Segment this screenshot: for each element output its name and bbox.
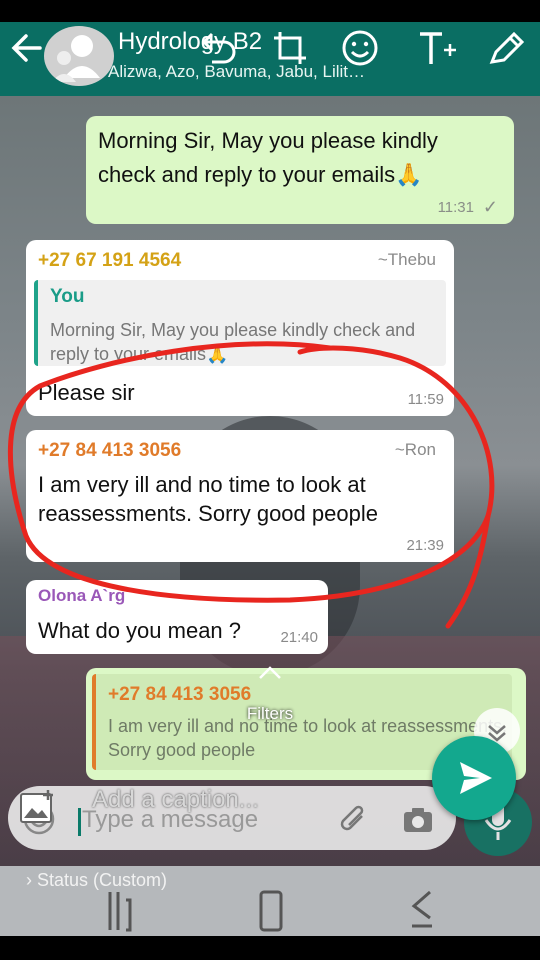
quote-author: You — [50, 286, 85, 307]
send-icon — [460, 762, 492, 794]
message-text: Morning Sir, May you please kindly check… — [98, 128, 438, 187]
message-time: 11:31 — [437, 199, 474, 216]
gallery-icon[interactable] — [18, 788, 58, 826]
undo-icon[interactable] — [196, 26, 240, 70]
filters-label[interactable]: Filters — [240, 704, 300, 724]
chat-header: Hydrology B2 Alizwa, Azo, Bavuma, Jabu, … — [0, 22, 540, 96]
chat-area: Morning Sir, May you please kindly check… — [0, 96, 540, 866]
recent-apps-icon[interactable] — [106, 886, 132, 938]
message-sender[interactable]: Olona A`rg — [38, 586, 125, 606]
message-composer[interactable]: Add a caption... Type a message — [8, 786, 456, 850]
send-button[interactable] — [432, 736, 516, 820]
message-alias: ~Ron — [394, 440, 436, 459]
quoted-message[interactable]: You Morning Sir, May you please kindly c… — [34, 280, 446, 366]
pencil-icon[interactable] — [484, 26, 528, 70]
home-icon[interactable] — [258, 886, 284, 938]
emoji-icon[interactable] — [338, 26, 382, 70]
message-input[interactable]: Type a message — [82, 806, 258, 834]
navigation-bar — [0, 936, 540, 960]
message-sender[interactable]: +27 67 191 4564 — [38, 250, 181, 272]
group-avatar-icon[interactable] — [44, 26, 114, 86]
message-text: I am very ill and no time to look at rea… — [38, 472, 378, 526]
crop-rotate-icon[interactable] — [268, 26, 312, 70]
message-sender[interactable]: +27 84 413 3056 — [38, 440, 181, 462]
message-alias: ~Thebu — [377, 250, 436, 269]
message-text: What do you mean ? — [38, 618, 242, 643]
chat-title[interactable]: Hydrology B2 — [118, 28, 262, 56]
text-cursor — [78, 808, 81, 836]
message-bubble[interactable]: +27 84 413 3056 ~Ron I am very ill and n… — [26, 430, 454, 562]
quote-text: Morning Sir, May you please kindly check… — [50, 320, 416, 364]
status-bar — [0, 0, 540, 22]
message-bubble[interactable]: +27 67 191 4564 ~Thebu You Morning Sir, … — [26, 240, 454, 416]
status-label[interactable]: › Status (Custom) — [26, 870, 167, 891]
camera-icon[interactable] — [400, 802, 436, 838]
message-text: Please sir — [38, 380, 135, 405]
read-tick-icon: ✓ — [482, 197, 498, 217]
back-nav-icon[interactable] — [408, 886, 434, 938]
message-time: 21:40 — [280, 629, 318, 646]
message-time: 21:39 — [406, 537, 444, 554]
chevron-up-icon[interactable] — [258, 666, 282, 680]
message-time: 11:59 — [407, 391, 444, 408]
message-bubble[interactable]: Olona A`rg What do you mean ? 21:40 — [26, 580, 328, 654]
quote-author: +27 84 413 3056 — [108, 684, 252, 705]
text-tool-icon[interactable] — [416, 26, 460, 70]
attach-icon[interactable] — [336, 802, 372, 838]
message-bubble[interactable]: Morning Sir, May you please kindly check… — [86, 116, 514, 224]
